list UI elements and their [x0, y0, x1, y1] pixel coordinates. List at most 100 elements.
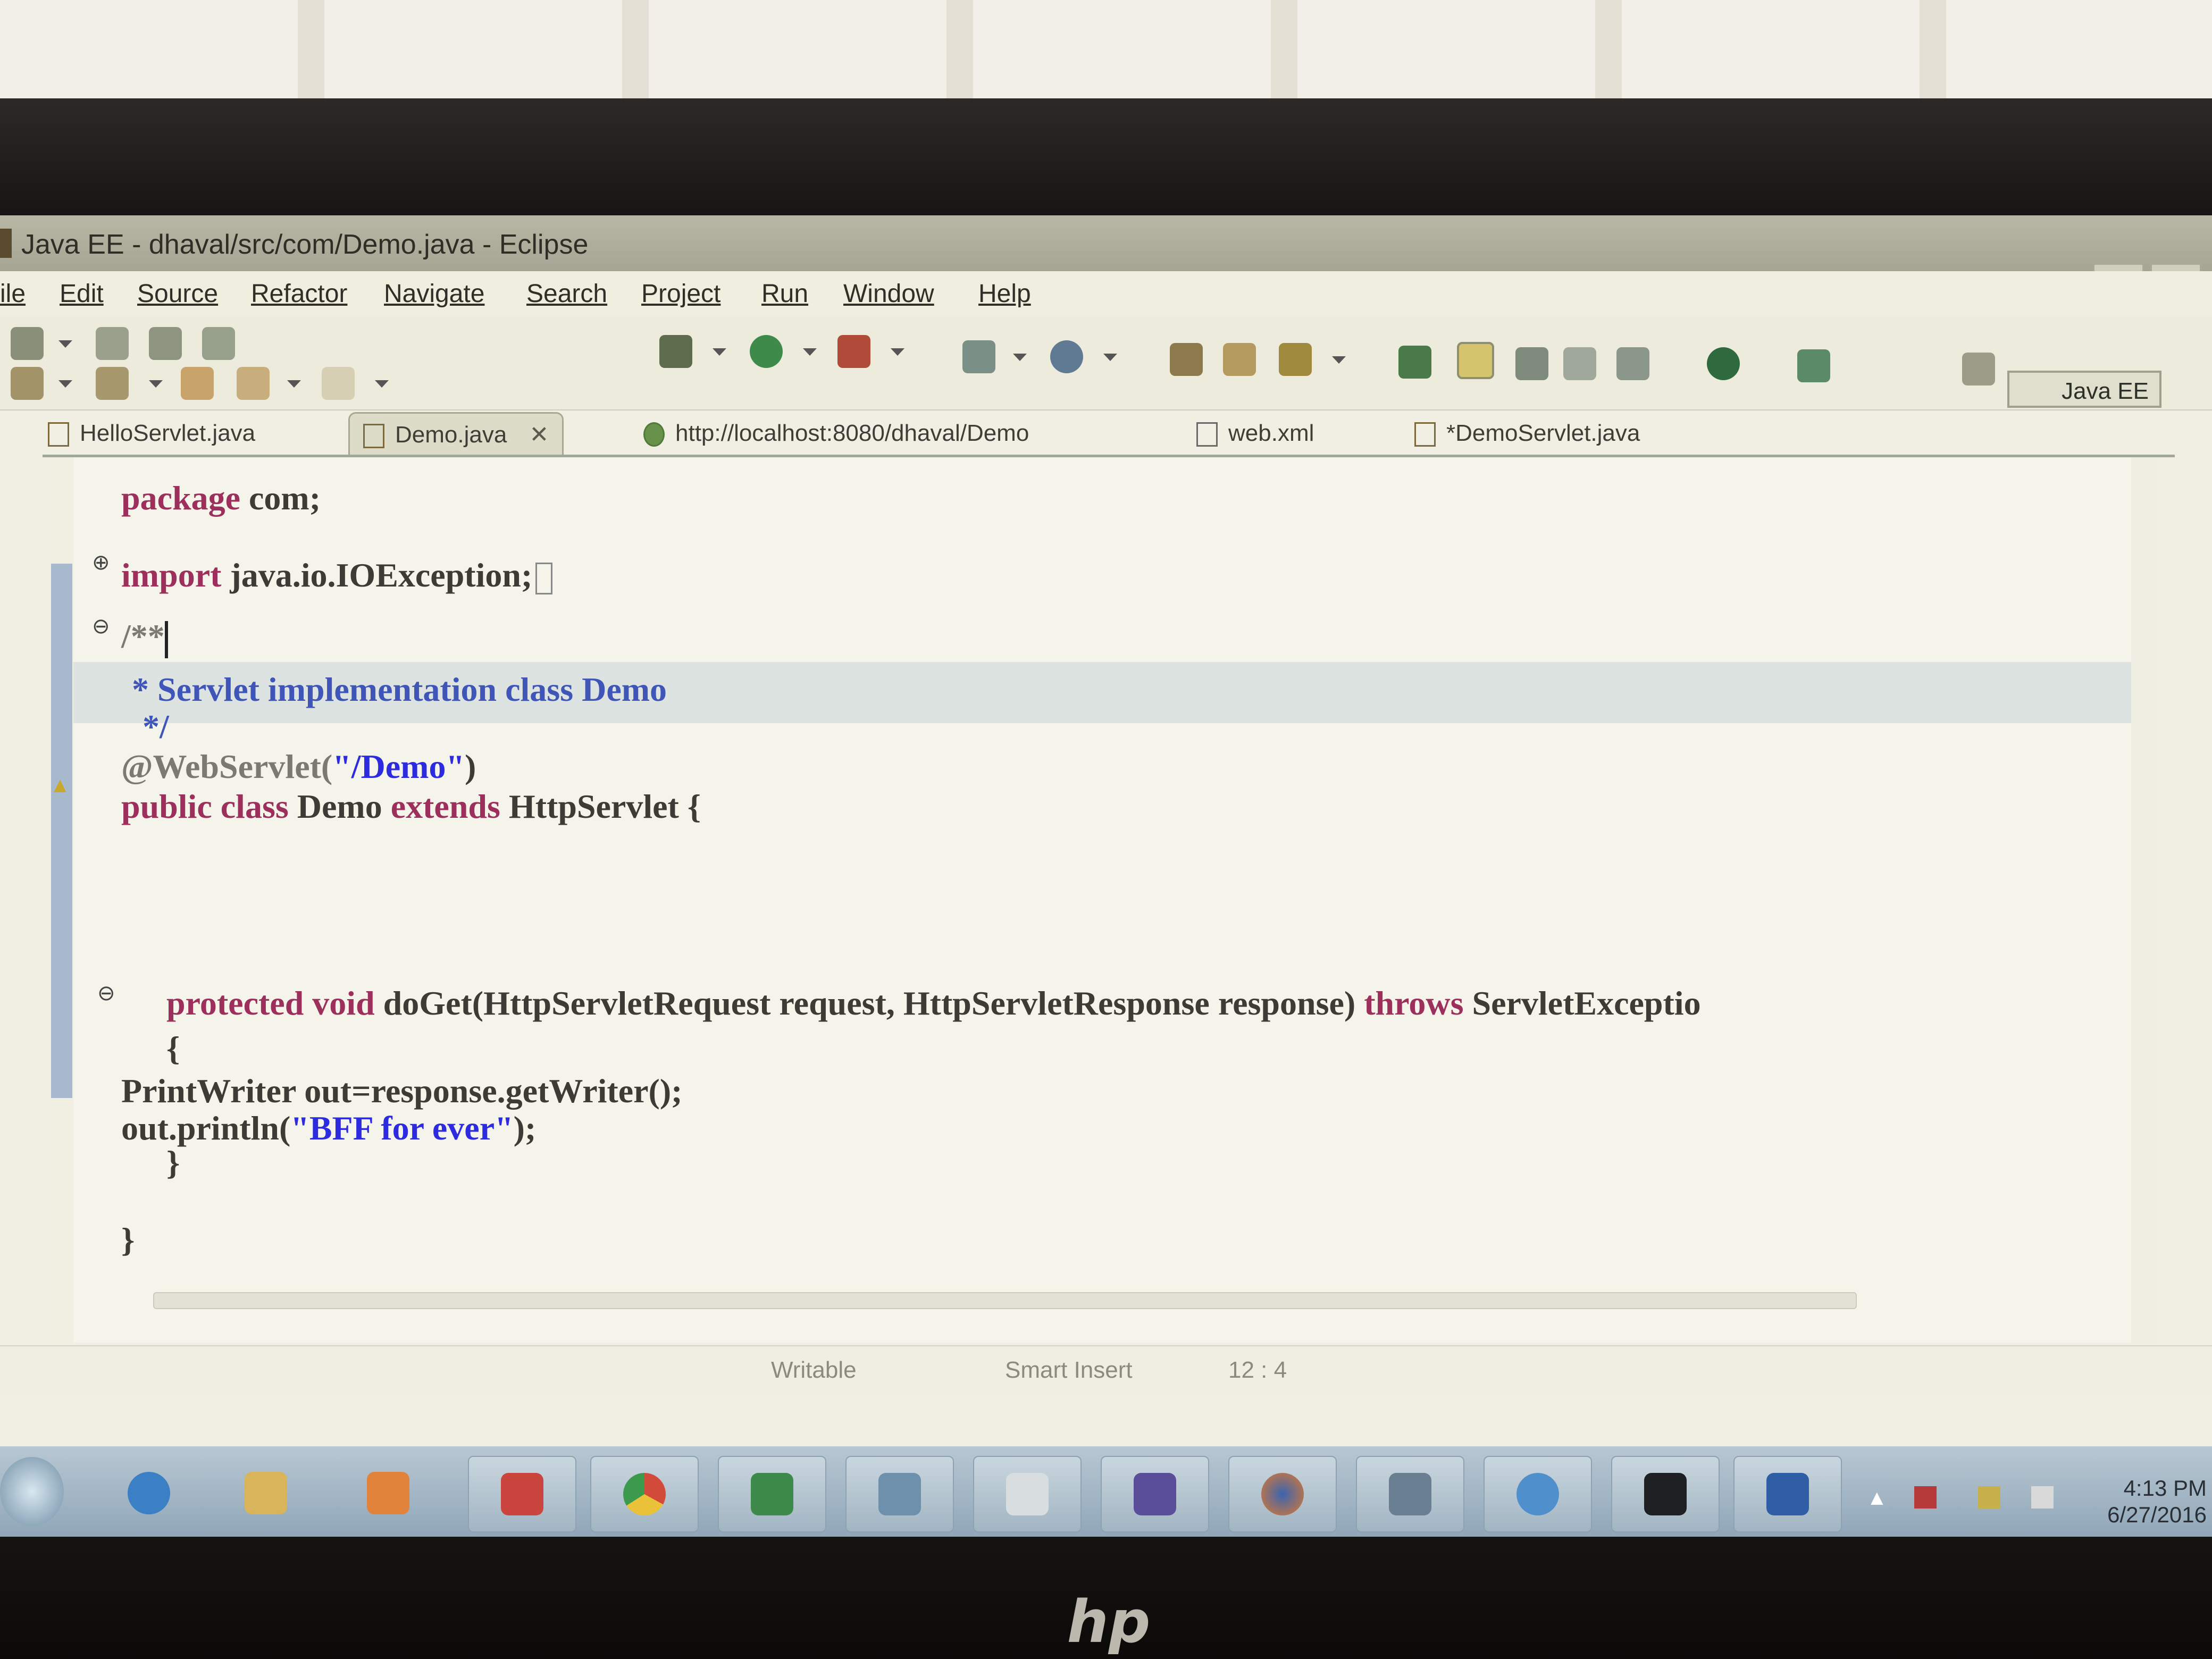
search-pin-icon[interactable] — [1279, 343, 1312, 376]
menu-source[interactable]: Source — [137, 279, 218, 308]
word-wrap-icon[interactable] — [1515, 347, 1548, 380]
toolbar — [0, 316, 2212, 410]
menu-bar: ile Edit Source Refactor Navigate Search… — [0, 271, 2212, 316]
menu-file[interactable]: ile — [0, 279, 26, 308]
save-all-icon[interactable] — [149, 327, 182, 360]
menu-navigate[interactable]: Navigate — [384, 279, 484, 308]
print-icon[interactable] — [202, 327, 235, 360]
task-word[interactable] — [1733, 1456, 1842, 1532]
volume-icon[interactable] — [2031, 1486, 2054, 1509]
save-icon[interactable] — [96, 327, 129, 360]
excel-icon — [751, 1473, 793, 1515]
collapse-fold-icon[interactable]: ⊖ — [92, 614, 110, 639]
close-tab-icon[interactable]: ✕ — [530, 422, 549, 448]
forward-dropdown-icon[interactable] — [375, 380, 389, 388]
open-task-icon[interactable] — [1170, 343, 1203, 376]
clock-date[interactable]: 6/27/2016 — [2107, 1502, 2207, 1528]
new-server-icon[interactable] — [962, 340, 995, 373]
tab-label: web.xml — [1228, 420, 1314, 446]
vertical-scrollbar[interactable] — [2131, 457, 2158, 1343]
new-server-dropdown-icon[interactable] — [1013, 354, 1027, 361]
external-tools-icon[interactable] — [837, 335, 870, 368]
menu-help[interactable]: Help — [978, 279, 1031, 308]
code-line-annotation: @WebServlet("/Demo") — [121, 747, 476, 786]
web-browser-icon[interactable] — [1707, 347, 1740, 380]
task-internet-explorer[interactable] — [96, 1456, 202, 1530]
horizontal-scrollbar[interactable] — [153, 1292, 1857, 1309]
task-media-player[interactable] — [335, 1456, 441, 1530]
warning-marker-icon[interactable]: ▲ — [49, 774, 71, 798]
block-selection-icon[interactable] — [1563, 347, 1596, 380]
new-web-service-icon[interactable] — [1050, 340, 1083, 373]
menu-window[interactable]: Window — [843, 279, 934, 308]
monitor-bezel-top — [0, 98, 2212, 218]
start-button[interactable] — [0, 1457, 64, 1526]
task-excel[interactable] — [718, 1456, 826, 1532]
expand-fold-icon[interactable]: ⊕ — [92, 550, 110, 575]
menu-edit[interactable]: Edit — [60, 279, 104, 308]
task-notes[interactable] — [973, 1456, 1082, 1532]
task-command-prompt[interactable] — [1611, 1456, 1720, 1532]
menu-run[interactable]: Run — [761, 279, 808, 308]
last-edit-icon[interactable] — [181, 367, 214, 400]
forward-icon[interactable] — [322, 367, 355, 400]
network-icon[interactable] — [1978, 1486, 2000, 1509]
photo-viewer-icon — [878, 1473, 921, 1515]
run-icon[interactable] — [750, 335, 783, 368]
task-file-explorer[interactable] — [213, 1456, 319, 1530]
annotation-dropdown-icon[interactable] — [149, 380, 163, 388]
task-media-center[interactable] — [1484, 1456, 1592, 1532]
clock-time[interactable]: 4:13 PM — [2124, 1476, 2207, 1501]
task-photo-viewer[interactable] — [845, 1456, 954, 1532]
open-type-icon[interactable] — [11, 367, 44, 400]
toggle-breadcrumb-icon[interactable] — [1398, 346, 1431, 379]
menu-refactor[interactable]: Refactor — [251, 279, 347, 308]
task-paint[interactable] — [468, 1456, 576, 1532]
back-icon[interactable] — [237, 367, 270, 400]
tab-demoservlet[interactable]: *DemoServlet.java — [1414, 412, 1640, 455]
menu-search[interactable]: Search — [526, 279, 607, 308]
tab-browser-localhost[interactable]: http://localhost:8080/dhaval/Demo — [643, 412, 1029, 455]
run-dropdown-icon[interactable] — [803, 348, 817, 356]
debug-icon[interactable] — [659, 335, 692, 368]
action-center-flag-icon[interactable] — [1914, 1486, 1937, 1509]
task-firefox[interactable] — [1228, 1456, 1337, 1532]
internet-explorer-icon — [128, 1472, 170, 1514]
tab-web-xml[interactable]: web.xml — [1196, 412, 1314, 455]
chrome-icon — [623, 1473, 666, 1515]
search-dropdown-icon[interactable] — [1332, 356, 1346, 364]
code-editor[interactable]: ⊕ ⊖ ⊖ ▲ package com; import java.io.IOEx… — [47, 457, 2158, 1343]
code-line-class-close: } — [121, 1221, 135, 1259]
menu-project[interactable]: Project — [641, 279, 720, 308]
show-whitespace-icon[interactable] — [1616, 347, 1649, 380]
tab-helloservlet[interactable]: HelloServlet.java — [48, 412, 255, 455]
open-folder-icon[interactable] — [1223, 343, 1256, 376]
task-flash[interactable] — [1356, 1456, 1464, 1532]
flash-icon — [1389, 1473, 1431, 1515]
media-center-icon — [1516, 1473, 1559, 1515]
web-service-dropdown-icon[interactable] — [1103, 354, 1117, 361]
collapse-fold-icon[interactable]: ⊖ — [97, 981, 115, 1006]
next-annotation-icon[interactable] — [96, 367, 129, 400]
status-insert-mode[interactable]: Smart Insert — [1005, 1357, 1133, 1384]
punctuation: ); — [513, 1109, 537, 1147]
open-perspective-icon[interactable] — [1962, 353, 1995, 386]
folded-block-icon[interactable] — [535, 563, 553, 595]
keyword: package — [121, 479, 240, 517]
new-icon[interactable] — [11, 327, 44, 360]
tab-demo[interactable]: Demo.java ✕ — [348, 412, 564, 455]
string-literal: "BFF for ever" — [290, 1109, 514, 1147]
keyword: extends — [390, 787, 509, 825]
task-chrome[interactable] — [590, 1456, 699, 1532]
mark-occurrences-icon[interactable] — [1457, 342, 1494, 379]
new-dropdown-icon[interactable] — [58, 340, 72, 348]
task-control-panel[interactable] — [1101, 1456, 1209, 1532]
debug-dropdown-icon[interactable] — [713, 348, 726, 356]
back-dropdown-icon[interactable] — [287, 380, 301, 388]
pin-editor-icon[interactable] — [1797, 349, 1830, 382]
show-hidden-icons-icon[interactable]: ▲ — [1866, 1486, 1889, 1510]
firefox-icon — [1261, 1473, 1304, 1515]
open-type-dropdown-icon[interactable] — [58, 380, 72, 388]
media-player-icon — [367, 1472, 409, 1514]
external-tools-dropdown-icon[interactable] — [891, 348, 904, 356]
